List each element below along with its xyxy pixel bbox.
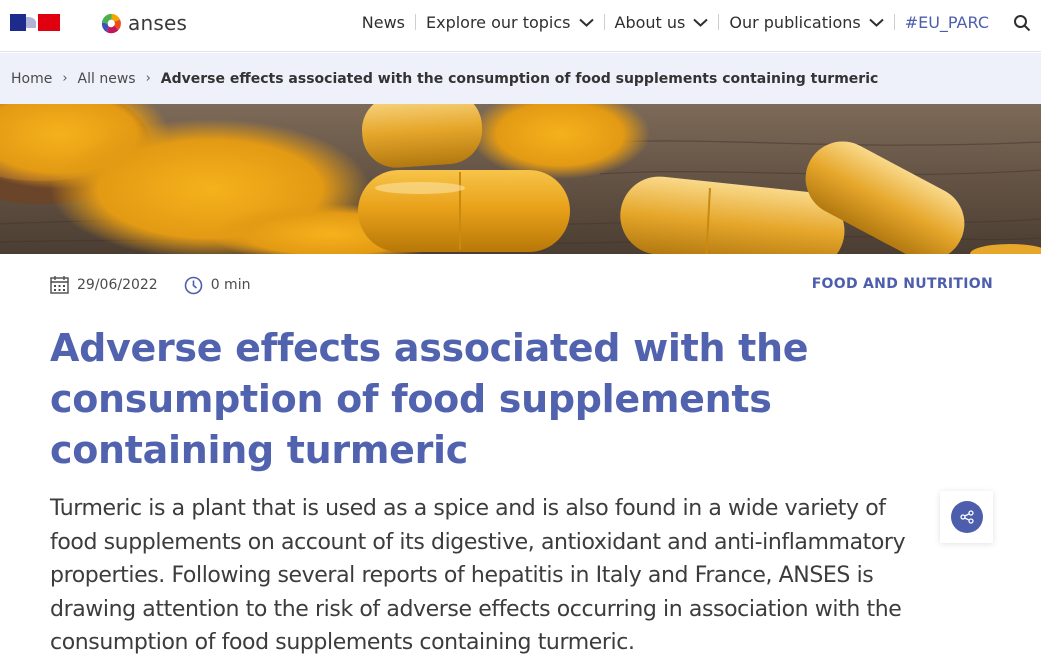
category-tag[interactable]: FOOD AND NUTRITION	[812, 276, 993, 292]
nav-explore-topics-label: Explore our topics	[425, 12, 571, 32]
turmeric-capsules-image	[0, 104, 1041, 254]
breadcrumb-current: Adverse effects associated with the cons…	[160, 70, 879, 87]
share-button[interactable]	[940, 491, 993, 543]
breadcrumb-separator-icon: ›	[62, 71, 68, 86]
nav-explore-topics[interactable]: Explore our topics	[416, 13, 604, 32]
hero-image	[0, 104, 1041, 254]
nav-about-us[interactable]: About us	[605, 13, 719, 32]
breadcrumb-separator-icon: ›	[145, 71, 151, 86]
chevron-down-icon	[869, 18, 884, 27]
share-icon	[959, 510, 974, 524]
republique-francaise-logo[interactable]	[10, 14, 60, 31]
search-icon[interactable]	[1013, 14, 1031, 32]
page-title: Adverse effects associated with the cons…	[50, 326, 809, 472]
article-date: 29/06/2022	[77, 277, 158, 293]
nav-about-us-label: About us	[614, 12, 686, 32]
anses-logo-icon	[101, 13, 121, 33]
anses-logo[interactable]: anses	[100, 10, 187, 36]
chevron-down-icon	[578, 18, 594, 27]
article-meta: 29/06/2022 0 min	[50, 275, 250, 295]
article-lead: Turmeric is a plant that is used as a sp…	[50, 496, 906, 655]
share-button-circle	[950, 501, 983, 533]
main-navigation: News Explore our topics About us Our pub…	[352, 0, 999, 44]
nav-eu-parc-label: #EU_PARC	[904, 12, 989, 32]
reading-time: 0 min	[210, 277, 251, 293]
calendar-icon	[50, 276, 69, 294]
clock-icon	[184, 276, 203, 294]
nav-our-publications[interactable]: Our publications	[719, 13, 893, 32]
breadcrumb-all-news[interactable]: All news	[78, 71, 136, 87]
site-header: anses News Explore our topics About us O…	[0, 0, 1041, 52]
nav-our-publications-label: Our publications	[729, 12, 861, 32]
breadcrumb-home[interactable]: Home	[11, 71, 52, 87]
nav-news[interactable]: News	[352, 13, 415, 32]
nav-news-label: News	[361, 12, 405, 32]
nav-eu-parc[interactable]: #EU_PARC	[895, 13, 999, 32]
anses-logo-text: anses	[128, 11, 188, 35]
breadcrumb: Home › All news › Adverse effects associ…	[0, 53, 1041, 104]
chevron-down-icon	[693, 18, 709, 27]
